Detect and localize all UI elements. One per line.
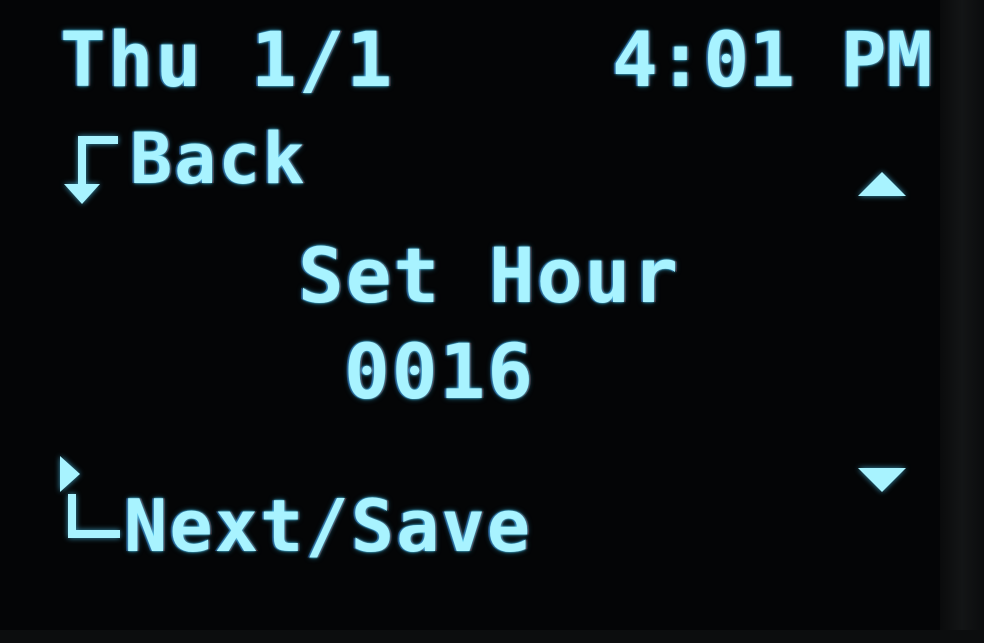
next-save-label: Next/Save <box>124 484 533 568</box>
enter-arrow-icon <box>56 450 126 550</box>
next-save-button[interactable]: Next/Save <box>52 450 572 568</box>
time-label: 4:01 PM <box>612 15 933 104</box>
device-bezel-bottom <box>0 630 984 643</box>
return-arrow-icon <box>58 122 124 212</box>
page-title: Set Hour <box>298 231 681 320</box>
hour-value[interactable]: 0016 <box>344 334 535 410</box>
triangle-down-icon[interactable] <box>856 466 908 494</box>
triangle-up-icon[interactable] <box>856 170 908 198</box>
device-bezel-right <box>940 0 984 643</box>
oled-display: Thu 1/1 4:01 PM Back Set Hour 0016 Next/… <box>0 0 940 630</box>
back-button[interactable]: Back <box>58 118 378 208</box>
date-label: Thu 1/1 <box>60 15 395 104</box>
back-label: Back <box>130 118 307 200</box>
